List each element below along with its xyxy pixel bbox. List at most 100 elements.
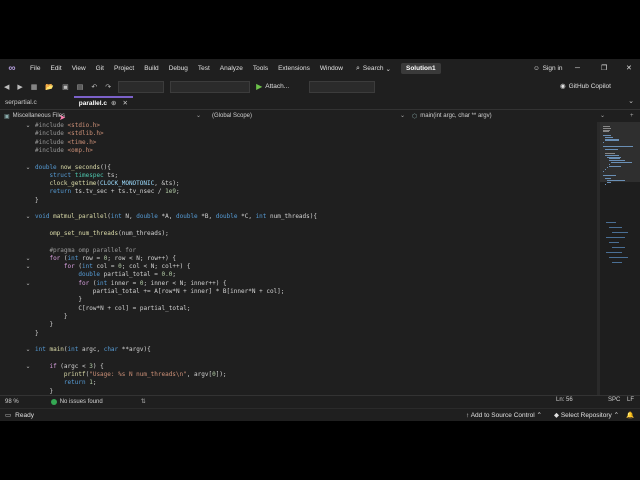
toolbar: ◀ ▶ ▦ 📂 ▣ ▤ ↶ ↷ ▶ Attach...	[0, 78, 640, 95]
menu-extensions[interactable]: Extensions	[273, 59, 315, 78]
code-line: }	[35, 312, 68, 320]
chevron-down-icon: ⌄	[195, 113, 201, 119]
whitespace-mode[interactable]: SPC	[608, 395, 620, 406]
minimap-line	[606, 222, 616, 223]
undo-icon[interactable]: ↶	[87, 83, 101, 91]
code-line: void matmul_parallel(int N, double *A, d…	[35, 213, 318, 221]
code-line: #pragma omp parallel for	[35, 246, 137, 254]
new-item-icon[interactable]: ▦	[27, 83, 42, 91]
fold-chevron-icon[interactable]: ⌄	[25, 213, 31, 221]
fold-chevron-icon[interactable]: ⌄	[25, 346, 31, 354]
menu-edit[interactable]: Edit	[45, 59, 66, 78]
code-line: partial_total += A[row*N + inner] * B[in…	[92, 288, 285, 295]
notification-bell-icon[interactable]: 🔔	[626, 409, 634, 421]
menu-git[interactable]: Git	[91, 59, 109, 78]
editor-status: 98 % No issues found ⇅	[0, 395, 640, 407]
copilot-icon: ◉	[560, 83, 566, 90]
zoom-level[interactable]: 98 %	[5, 399, 19, 405]
fold-chevron-icon[interactable]: ⌄	[25, 255, 31, 263]
tab-overflow-chevron-icon[interactable]: ⌄	[628, 95, 634, 109]
debug-target-dropdown[interactable]	[309, 80, 376, 93]
status-bar: ▭ Ready ↑ Add to Source Control ⌃ ◆ Sele…	[0, 408, 640, 421]
open-icon[interactable]: 📂	[41, 83, 58, 91]
minimap-line	[611, 162, 633, 163]
code-line: return ts.tv_sec + ts.tv_nsec / 1e9;	[49, 188, 180, 196]
line-ending[interactable]: LF	[627, 395, 634, 406]
minimap-line	[606, 237, 625, 238]
copilot-label: GitHub Copilot	[568, 83, 611, 90]
code-line: omp_set_num_threads(num_threads);	[49, 229, 169, 237]
fold-chevron-icon[interactable]: ⌄	[25, 122, 31, 130]
attach-label: Attach...	[265, 83, 290, 90]
menu-tools[interactable]: Tools	[248, 59, 273, 78]
code-line: for (int inner = 0; inner < N; inner++) …	[78, 279, 227, 287]
attach-button[interactable]: ▶ Attach...	[256, 82, 289, 91]
minimap-line	[605, 140, 620, 142]
fold-chevron-icon[interactable]: ⌄	[25, 280, 31, 288]
line-number[interactable]: Ln: 56	[556, 395, 573, 406]
minimap-line	[609, 165, 622, 167]
add-to-source-control-button[interactable]: ↑ Add to Source Control ⌃	[466, 409, 542, 421]
github-copilot-button[interactable]: ◉ GitHub Copilot	[560, 78, 611, 95]
tab-serpartial[interactable]: serpartial.c	[0, 96, 42, 109]
code-line: #include <stdio.h>	[35, 122, 101, 129]
scope-label: (Global Scope)	[212, 113, 253, 119]
back-icon[interactable]: ◀	[0, 83, 13, 91]
document-tabs: serpartial.c parallel.c ⊕ ✕	[0, 95, 640, 109]
code-area[interactable]: #include <stdio.h> #include <stdlib.h> #in…	[35, 122, 595, 406]
member-dropdown[interactable]: ⬡ main(int argc, char ** argv) ⌄	[408, 110, 608, 122]
fold-chevron-icon[interactable]: ⌄	[25, 263, 31, 271]
menu-view[interactable]: View	[67, 59, 91, 78]
platform-dropdown[interactable]	[170, 80, 251, 93]
select-repository-button[interactable]: ◆ Select Repository ⌃	[554, 409, 619, 421]
menu-build[interactable]: Build	[139, 59, 163, 78]
code-line: for (int row = 0; row < N; row++) {	[49, 254, 176, 262]
file-icon: ▣	[4, 113, 10, 120]
maximize-button[interactable]: ❐	[601, 59, 607, 78]
code-line: double now_seconds(){	[35, 163, 111, 171]
menu-debug[interactable]: Debug	[164, 59, 193, 78]
menu-test[interactable]: Test	[193, 59, 215, 78]
letterbox-bottom	[0, 421, 640, 480]
code-line: #include <time.h>	[35, 138, 97, 146]
code-line: for (int col = 0; col < N; col++) {	[63, 263, 191, 271]
repository-label: Select Repository	[560, 412, 612, 419]
source-control-label: Add to Source Control	[470, 412, 535, 419]
check-icon	[50, 398, 57, 405]
forward-icon[interactable]: ▶	[13, 83, 26, 91]
menu-window[interactable]: Window	[315, 59, 348, 78]
search-box[interactable]: ⌕ Search ⌄	[356, 65, 391, 73]
code-editor[interactable]: ⌄ ⌄ ⌄ ⌄ ⌄ ⌄ ⌄ ⌄ #include <stdio.h> #include <std…	[0, 122, 597, 406]
minimize-button[interactable]: ─	[575, 59, 580, 78]
menu-file[interactable]: File	[25, 59, 45, 78]
minimap-line	[609, 227, 622, 228]
redo-icon[interactable]: ↷	[101, 83, 115, 91]
menu-project[interactable]: Project	[109, 59, 139, 78]
scope-dropdown[interactable]: (Global Scope) ⌄	[204, 110, 408, 122]
minimap-line	[603, 131, 610, 133]
solution-name[interactable]: Solution1	[400, 63, 441, 74]
project-dropdown[interactable]: ▣ Miscellaneous Files ⌄	[0, 110, 204, 122]
split-editor-icon[interactable]: +	[630, 113, 634, 119]
issues-label: No issues found	[59, 398, 103, 405]
function-icon: ⬡	[412, 113, 418, 120]
code-line: printf("Usage: %s N num_threads\n", argv…	[63, 371, 227, 378]
menu-analyze[interactable]: Analyze	[215, 59, 248, 78]
save-all-icon[interactable]: ▤	[73, 83, 88, 91]
fold-chevron-icon[interactable]: ⌄	[25, 164, 31, 172]
issues-indicator[interactable]: No issues found	[50, 398, 103, 405]
git-branch-icon[interactable]: ⇅	[141, 398, 146, 405]
code-line: }	[35, 321, 54, 329]
tab-label: serpartial.c	[5, 99, 37, 106]
configuration-dropdown[interactable]	[118, 80, 165, 93]
minimap-line	[607, 181, 611, 183]
minimap[interactable]	[600, 122, 640, 406]
save-icon[interactable]: ▣	[58, 83, 73, 91]
minimap-line	[612, 232, 628, 233]
fold-chevron-icon[interactable]: ⌄	[25, 363, 31, 371]
code-line: #include <omp.h>	[35, 146, 93, 154]
tab-parallel[interactable]: parallel.c ⊕ ✕	[73, 96, 133, 109]
sign-in-button[interactable]: ☺ Sign in	[533, 59, 563, 78]
ready-label: Ready	[15, 412, 34, 419]
close-window-button[interactable]: ✕	[626, 59, 632, 78]
